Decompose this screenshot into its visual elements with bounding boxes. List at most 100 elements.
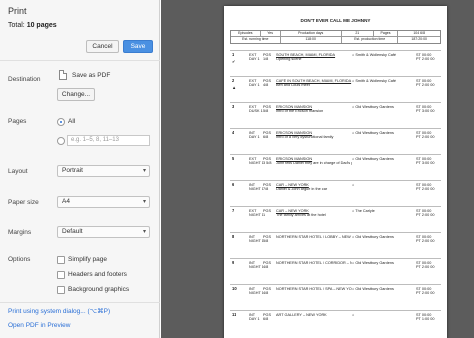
scene-pt: PT 2:00 00 bbox=[416, 83, 435, 88]
scene-pages: PGS 6/8 bbox=[263, 313, 275, 322]
scene-synopsis: Intro of a very dysfunctional family bbox=[276, 135, 334, 140]
scene-set: ART GALLERY – NEW YORK bbox=[276, 313, 327, 317]
scene-pgs-value: 4/8 bbox=[263, 83, 269, 88]
summary-cell: 187:20:00 bbox=[411, 37, 427, 41]
scene-int-ext: INT NIGHT 1 bbox=[249, 287, 263, 296]
scene-description: ERICSON MANSION Intro of a very dysfuncti… bbox=[276, 131, 352, 140]
scene-description: CAFÉ IN SOUTH BEACH, MIAMI, FLORIDA Ben a… bbox=[276, 79, 352, 88]
scene-pgs-value: 5/8 bbox=[263, 109, 269, 114]
destination-value: Save as PDF bbox=[72, 72, 111, 79]
scene-location: ⌂ Old Westbury Gardens bbox=[352, 261, 412, 265]
scene-times: ST 00:00 PT 2:00 00 bbox=[416, 261, 440, 270]
scene-location-text: Old Westbury Gardens bbox=[355, 261, 394, 265]
scene-synopsis: Opening scene bbox=[276, 57, 302, 62]
background-graphics-checkbox[interactable] bbox=[57, 286, 65, 294]
chevron-down-icon: ▾ bbox=[142, 199, 146, 205]
scene-location-text: Old Westbury Gardens bbox=[355, 287, 394, 291]
scene-times: ST 00:00 PT 2:00 00 bbox=[416, 131, 440, 140]
scene-pgs-value: 6/8 bbox=[263, 317, 269, 322]
margins-select[interactable]: Default ▾ bbox=[57, 226, 150, 238]
scene-row: 2 ▲ EXT DAY 1 PGS 4/8 CAFÉ IN SOUTH BEACH, MIA… bbox=[230, 76, 441, 102]
scene-int-ext: EXT NIGHT 1 bbox=[249, 157, 263, 166]
scene-pt: PT 2:00 00 bbox=[416, 291, 435, 296]
simplify-page-checkbox[interactable] bbox=[57, 256, 65, 264]
scene-pgs-value: 4/8 bbox=[263, 291, 269, 296]
chevron-down-icon: ▾ bbox=[142, 168, 146, 174]
scene-row: 5 EXT NIGHT 1 PGS 3 5/8 ERICSON MANSION John t… bbox=[230, 154, 441, 180]
layout-select[interactable]: Portrait ▾ bbox=[57, 165, 150, 177]
scene-times: ST 00:00 PT 2:00 00 bbox=[416, 183, 440, 192]
total-pages: Total: 10 pages bbox=[8, 22, 57, 29]
summary-cell: Episodes bbox=[231, 31, 261, 36]
print-title: Print bbox=[8, 6, 27, 16]
scene-synopsis: Daniel & John argue in the car bbox=[276, 187, 328, 192]
system-dialog-link[interactable]: Print using system dialog... (⌥⌘P) bbox=[8, 307, 110, 315]
pages-range-input[interactable]: e.g. 1–5, 8, 11–13 bbox=[67, 135, 150, 146]
scene-description: CAR – NEW YORK The family arrives at the … bbox=[276, 209, 352, 218]
scene-set: NORTHERN STAR HOTEL / LOBBY – NEW YORK bbox=[276, 235, 352, 239]
summary-cell: 21 bbox=[342, 31, 374, 36]
scene-day: DAY 1 bbox=[249, 57, 260, 62]
summary-cell: 104 6/8 bbox=[413, 31, 426, 35]
paper-size-select[interactable]: A4 ▾ bbox=[57, 196, 150, 208]
scene-pgs-value: 1/8 bbox=[263, 57, 269, 62]
scene-times: ST 00:00 PT 3:00 00 bbox=[416, 105, 440, 114]
scene-synopsis: John tells Daniel they are in charge of … bbox=[276, 161, 352, 166]
scene-location: ⌂ bbox=[352, 313, 412, 317]
scene-times: ST 00:00 PT 2:00 00 bbox=[416, 79, 440, 88]
cancel-button[interactable]: Cancel bbox=[86, 40, 119, 53]
scene-row: 7 EXT NIGHT 1 PGS 1 CAR – NEW YORK The family … bbox=[230, 206, 441, 232]
summary-cell: Yes bbox=[261, 31, 281, 36]
scene-pages: PGS 7/8 bbox=[263, 183, 275, 192]
scene-row: 6 INT NIGHT 1 PGS 7/8 CAR – NEW YORK Daniel & … bbox=[230, 180, 441, 206]
scene-location: ⌂ Old Westbury Gardens bbox=[352, 105, 412, 109]
scene-description: ART GALLERY – NEW YORK bbox=[276, 313, 352, 317]
scene-row: 9 INT NIGHT 1 PGS 4/8 NORTHERN STAR HOTEL / C… bbox=[230, 258, 441, 284]
divider bbox=[0, 60, 160, 61]
summary-cell: Pages bbox=[374, 31, 399, 36]
scene-int-ext: EXT DAY 1 bbox=[249, 53, 263, 62]
scene-int-ext: INT NIGHT 1 bbox=[249, 261, 263, 270]
scene-pages: PGS 6/8 bbox=[263, 131, 275, 140]
headers-footers-checkbox[interactable] bbox=[57, 271, 65, 279]
scene-synopsis: Intro of the Ericson mansion bbox=[276, 109, 324, 114]
scene-description: NORTHERN STAR HOTEL / CORRIDOR – NEW YOR… bbox=[276, 261, 352, 265]
save-button[interactable]: Save bbox=[123, 40, 153, 53]
scene-pgs-value: 4/8 bbox=[263, 265, 269, 270]
scene-number: 7 bbox=[232, 209, 235, 213]
layout-value: Portrait bbox=[62, 167, 83, 174]
scene-description: CAR – NEW YORK Daniel & John argue in the… bbox=[276, 183, 352, 192]
scene-pt: PT 2:00 00 bbox=[416, 213, 435, 218]
scene-description: NORTHERN STAR HOTEL / LOBBY – NEW YORK bbox=[276, 235, 352, 239]
location-icon: ⌂ bbox=[352, 313, 355, 317]
pages-range-radio[interactable] bbox=[57, 137, 65, 145]
scene-pages: PGS 4/8 bbox=[263, 79, 275, 88]
scene-number: 8 bbox=[232, 235, 235, 239]
scene-location-text: The Carlyle bbox=[355, 209, 375, 213]
headers-footers-label: Headers and footers bbox=[68, 271, 127, 278]
document-title: DON'T EVER CALL ME JOHNNY bbox=[300, 18, 371, 23]
scene-location-text: Old Westbury Gardens bbox=[355, 157, 394, 161]
scene-synopsis: Ben and Louis meet bbox=[276, 83, 310, 88]
scene-status-icon: ▲ bbox=[232, 86, 237, 90]
scene-day: NIGHT 1 bbox=[249, 161, 263, 166]
scene-number: 6 bbox=[232, 183, 235, 187]
scene-int-ext: INT NIGHT 1 bbox=[249, 183, 263, 192]
scene-pt: PT 2:00 00 bbox=[416, 239, 435, 244]
pages-all-radio[interactable] bbox=[57, 118, 65, 126]
simplify-page-label: Simplify page bbox=[68, 256, 108, 263]
open-in-preview-link[interactable]: Open PDF in Preview bbox=[8, 322, 71, 329]
scene-pages: PGS 1 bbox=[263, 209, 275, 218]
total-value: 10 pages bbox=[26, 22, 57, 29]
scene-number: 11 bbox=[232, 313, 237, 317]
scene-times: ST 00:00 PT 2:00 00 bbox=[416, 53, 440, 62]
scene-row: 8 INT NIGHT 1 PGS 5/8 NORTHERN STAR HOTEL / L… bbox=[230, 232, 441, 258]
scene-times: ST 00:00 PT 3:00 00 bbox=[416, 157, 440, 166]
scene-int-ext: EXT NIGHT 1 bbox=[249, 209, 263, 218]
scene-times: ST 00:00 PT 2:00 00 bbox=[416, 235, 440, 244]
scene-int-ext: INT DAY 1 bbox=[249, 313, 263, 322]
scene-day: DAY 1 bbox=[249, 317, 260, 322]
scene-location: ⌂ bbox=[352, 183, 412, 187]
margins-label: Margins bbox=[8, 229, 32, 236]
change-destination-button[interactable]: Change... bbox=[57, 88, 95, 101]
